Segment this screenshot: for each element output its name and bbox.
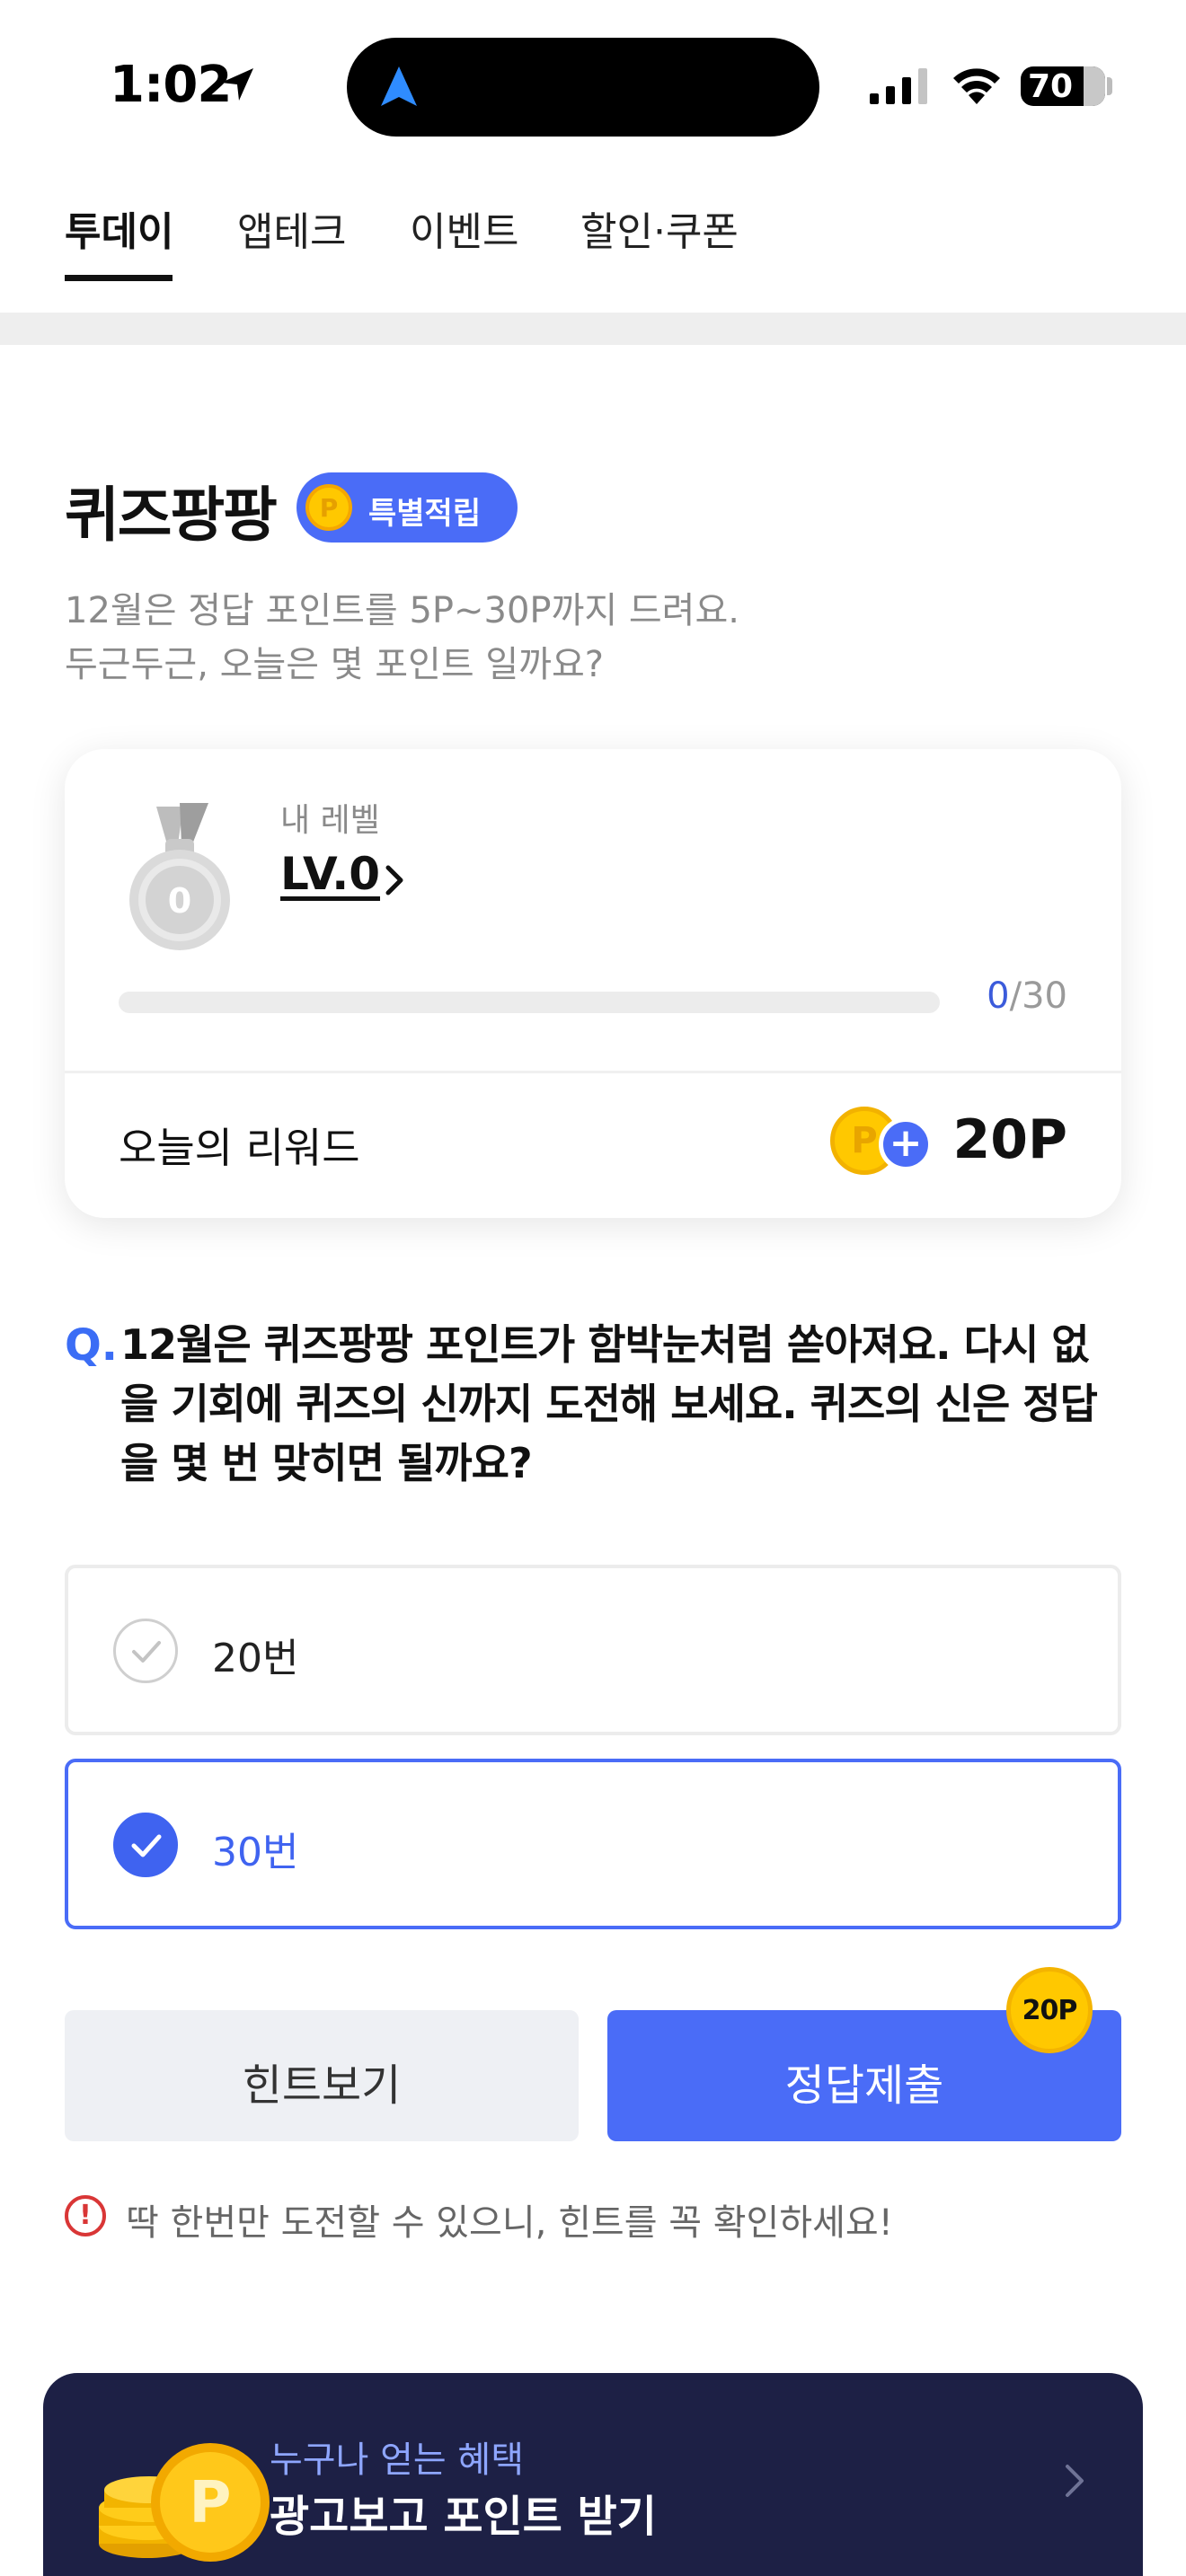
description-line-2: 두근두근, 오늘은 몇 포인트 일까요?: [65, 644, 605, 685]
progress-total: /30: [1009, 975, 1067, 1017]
level-progress-bar: [119, 992, 940, 1013]
svg-text:P: P: [190, 2470, 232, 2536]
quiz-description: 12월은 정답 포인트를 5P~30P까지 드려요. 두근두근, 오늘은 몇 포…: [65, 584, 739, 692]
check-circle-icon: [113, 1619, 178, 1683]
coin-stack-icon: P: [99, 2443, 270, 2562]
level-link[interactable]: LV.0: [280, 848, 380, 900]
level-caption: 내 레벨: [280, 802, 380, 839]
level-progress-text: 0/30: [987, 975, 1067, 1017]
hint-button[interactable]: 힌트보기: [65, 2010, 579, 2141]
answer-option-2[interactable]: 30번: [65, 1759, 1121, 1929]
special-reward-badge: P 특별적립: [296, 472, 518, 543]
tab-today[interactable]: 투데이: [65, 199, 173, 257]
progress-current: 0: [987, 975, 1010, 1017]
plus-icon: +: [879, 1117, 933, 1171]
question-text: 12월은 퀴즈팡팡 포인트가 함박눈처럼 쏟아져요. 다시 없을 기회에 퀴즈의…: [120, 1320, 1098, 1487]
top-tabs: 투데이 앱테크 이벤트 할인·쿠폰: [0, 189, 1186, 296]
battery-icon: 70: [1021, 66, 1105, 106]
answer-option-label: 30번: [212, 1830, 299, 1875]
tab-discount-coupon[interactable]: 할인·쿠폰: [580, 199, 739, 257]
check-circle-icon: [113, 1813, 178, 1877]
coin-icon: P: [305, 484, 352, 531]
today-reward-value: 20P: [952, 1108, 1067, 1171]
chevron-right-icon: [1066, 2465, 1084, 2497]
ad-banner-caption: 누구나 얻는 혜택: [270, 2439, 525, 2481]
ad-reward-banner[interactable]: P 누구나 얻는 혜택 광고보고 포인트 받기: [43, 2373, 1143, 2576]
warning-icon: !: [65, 2195, 106, 2236]
badge-label: 특별적립: [368, 496, 482, 532]
tab-apptech[interactable]: 앱테크: [237, 199, 346, 257]
medal-number: 0: [168, 881, 191, 921]
cellular-signal-icon: [870, 68, 927, 104]
wifi-icon: [953, 68, 1000, 104]
question-mark-label: Q.: [65, 1320, 119, 1371]
description-line-1: 12월은 정답 포인트를 5P~30P까지 드려요.: [65, 590, 739, 631]
reward-badge: 20P: [1006, 1967, 1093, 2053]
submit-button-label: 정답제출: [784, 2060, 944, 2111]
section-divider: [0, 313, 1186, 345]
status-bar: 1:02 70: [0, 0, 1186, 171]
today-reward-label: 오늘의 리워드: [119, 1124, 360, 1172]
status-time: 1:02: [110, 56, 232, 114]
answer-option-1[interactable]: 20번: [65, 1565, 1121, 1735]
ad-banner-title: 광고보고 포인트 받기: [270, 2492, 657, 2542]
location-arrow-icon: [221, 68, 253, 101]
chevron-right-icon[interactable]: [381, 862, 408, 898]
card-divider: [65, 1071, 1121, 1073]
level-card: 0 내 레벨 LV.0 0/30 오늘의 리워드 P + 20P: [65, 749, 1121, 1218]
medal-icon: 0: [129, 803, 230, 950]
reward-badge-text: 20P: [1022, 1995, 1078, 2026]
tab-events[interactable]: 이벤트: [410, 199, 518, 257]
navigation-icon: [381, 66, 417, 106]
hint-button-label: 힌트보기: [242, 2060, 402, 2111]
answer-option-label: 20번: [212, 1636, 299, 1681]
quiz-title: 퀴즈팡팡: [65, 481, 278, 550]
active-tab-indicator: [65, 275, 173, 281]
battery-level: 70: [1028, 68, 1074, 105]
warning-text: 딱 한번만 도전할 수 있으니, 힌트를 꼭 확인하세요!: [126, 2202, 893, 2244]
